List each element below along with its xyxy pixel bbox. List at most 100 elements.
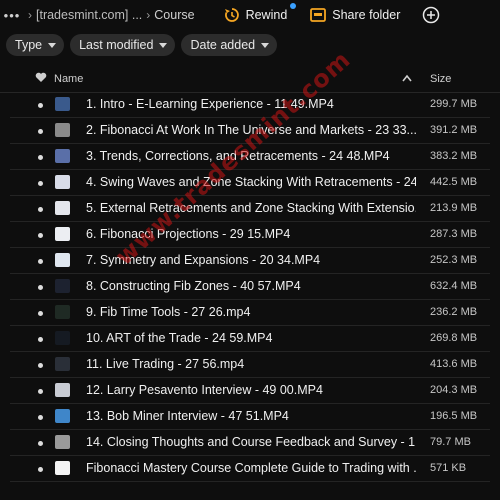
file-name[interactable]: 14. Closing Thoughts and Course Feedback…: [86, 435, 416, 449]
file-row[interactable]: 6. Fibonacci Projections - 29 15.MP4 287.…: [0, 222, 500, 248]
row-bullet: [38, 181, 43, 186]
file-row[interactable]: 14. Closing Thoughts and Course Feedback…: [0, 430, 500, 456]
row-bullet: [38, 285, 43, 290]
file-name[interactable]: 12. Larry Pesavento Interview - 49 00.MP…: [86, 383, 416, 397]
file-size: 236.2 MB: [430, 306, 478, 318]
share-folder-label: Share folder: [332, 8, 401, 22]
file-size: 383.2 MB: [430, 150, 478, 162]
row-bullet: [38, 207, 43, 212]
breadcrumb-parent[interactable]: [tradesmint.com] ...: [36, 8, 142, 22]
chevron-down-icon: [261, 42, 270, 48]
file-size: 413.6 MB: [430, 358, 478, 370]
file-name[interactable]: 7. Symmetry and Expansions - 20 34.MP4: [86, 253, 416, 267]
row-bullet: [38, 415, 43, 420]
rewind-label: Rewind: [245, 8, 288, 22]
file-row[interactable]: 9. Fib Time Tools - 27 26.mp4 236.2 MB: [0, 300, 500, 326]
row-bullet: [38, 467, 43, 472]
file-name[interactable]: 11. Live Trading - 27 56.mp4: [86, 357, 416, 371]
chevron-right-icon: ›: [146, 8, 151, 22]
row-bullet: [38, 389, 43, 394]
column-size-header[interactable]: Size: [430, 73, 451, 85]
file-name[interactable]: 5. External Retracements and Zone Stacki…: [86, 201, 416, 215]
share-folder-icon: [310, 8, 327, 22]
file-size: 287.3 MB: [430, 228, 478, 240]
file-thumbnail-icon: [55, 383, 70, 397]
filter-last-modified[interactable]: Last modified: [70, 34, 176, 56]
file-size: 252.3 MB: [430, 254, 478, 266]
create-button[interactable]: [422, 6, 440, 24]
row-bullet: [38, 155, 43, 160]
file-name[interactable]: 13. Bob Miner Interview - 47 51.MP4: [86, 409, 416, 423]
file-thumbnail-icon: [55, 435, 70, 449]
file-name[interactable]: 6. Fibonacci Projections - 29 15.MP4: [86, 227, 416, 241]
plus-circle-icon: [423, 6, 440, 24]
file-thumbnail-icon: [55, 331, 70, 345]
file-name[interactable]: 9. Fib Time Tools - 27 26.mp4: [86, 305, 416, 319]
filter-date-added[interactable]: Date added: [181, 34, 278, 56]
file-size: 299.7 MB: [430, 98, 478, 110]
file-name[interactable]: 8. Constructing Fib Zones - 40 57.MP4: [86, 279, 416, 293]
filter-type-label: Type: [15, 38, 43, 52]
file-thumbnail-icon: [55, 201, 70, 215]
file-row[interactable]: 5. External Retracements and Zone Stacki…: [0, 196, 500, 222]
file-size: 79.7 MB: [430, 436, 471, 448]
file-row[interactable]: 11. Live Trading - 27 56.mp4 413.6 MB: [0, 352, 500, 378]
heart-icon[interactable]: [35, 72, 47, 83]
share-folder-button[interactable]: Share folder: [310, 8, 400, 22]
rewind-icon: [224, 8, 239, 22]
file-thumbnail-icon: [55, 461, 70, 475]
file-thumbnail-icon: [55, 149, 70, 163]
row-bullet: [38, 233, 43, 238]
file-name[interactable]: 4. Swing Waves and Zone Stacking With Re…: [86, 175, 416, 189]
file-size: 269.8 MB: [430, 332, 478, 344]
column-name-header[interactable]: Name: [54, 73, 83, 85]
file-row[interactable]: 1. Intro - E-Learning Experience - 11 49…: [0, 92, 500, 118]
file-thumbnail-icon: [55, 357, 70, 371]
file-thumbnail-icon: [55, 175, 70, 189]
file-row[interactable]: 8. Constructing Fib Zones - 40 57.MP4 632…: [0, 274, 500, 300]
file-row[interactable]: 3. Trends, Corrections, and Retracements…: [0, 144, 500, 170]
file-size: 204.3 MB: [430, 384, 478, 396]
file-row[interactable]: 10. ART of the Trade - 24 59.MP4 269.8 MB: [0, 326, 500, 352]
file-row[interactable]: Fibonacci Mastery Course Complete Guide …: [0, 456, 500, 482]
row-bullet: [38, 129, 43, 134]
rewind-button[interactable]: Rewind: [224, 3, 296, 23]
file-row[interactable]: 13. Bob Miner Interview - 47 51.MP4 196.5…: [0, 404, 500, 430]
file-row[interactable]: 4. Swing Waves and Zone Stacking With Re…: [0, 170, 500, 196]
file-size: 391.2 MB: [430, 124, 478, 136]
file-thumbnail-icon: [55, 409, 70, 423]
file-thumbnail-icon: [55, 279, 70, 293]
file-thumbnail-icon: [55, 123, 70, 137]
row-bullet: [38, 337, 43, 342]
file-name[interactable]: 3. Trends, Corrections, and Retracements…: [86, 149, 416, 163]
breadcrumb-current[interactable]: Course: [154, 8, 194, 22]
file-name[interactable]: 1. Intro - E-Learning Experience - 11 49…: [86, 97, 416, 111]
filter-bar: Type Last modified Date added: [6, 34, 278, 56]
file-name[interactable]: Fibonacci Mastery Course Complete Guide …: [86, 461, 416, 475]
file-name[interactable]: 2. Fibonacci At Work In The Universe and…: [86, 123, 416, 137]
row-bullet: [38, 103, 43, 108]
file-size: 632.4 MB: [430, 280, 478, 292]
filter-date-added-label: Date added: [190, 38, 256, 52]
chevron-down-icon: [159, 42, 168, 48]
file-row[interactable]: 7. Symmetry and Expansions - 20 34.MP4 25…: [0, 248, 500, 274]
file-thumbnail-icon: [55, 305, 70, 319]
file-size: 196.5 MB: [430, 410, 478, 422]
chevron-right-icon: ›: [28, 8, 32, 22]
more-icon[interactable]: •••: [0, 8, 24, 23]
toolbar: ••• › [tradesmint.com] ... › Course Rewi…: [0, 0, 500, 30]
file-list-header: Name Size: [0, 66, 500, 93]
chevron-down-icon: [48, 42, 57, 48]
file-name[interactable]: 10. ART of the Trade - 24 59.MP4: [86, 331, 416, 345]
row-bullet: [38, 311, 43, 316]
filter-type[interactable]: Type: [6, 34, 65, 56]
file-size: 571 KB: [430, 462, 467, 474]
file-thumbnail-icon: [55, 227, 70, 241]
row-bullet: [38, 259, 43, 264]
file-size: 442.5 MB: [430, 176, 478, 188]
file-row[interactable]: 2. Fibonacci At Work In The Universe and…: [0, 118, 500, 144]
notification-dot: [289, 3, 296, 9]
sort-ascending-icon[interactable]: [402, 74, 412, 82]
file-row[interactable]: 12. Larry Pesavento Interview - 49 00.MP…: [0, 378, 500, 404]
file-size: 213.9 MB: [430, 202, 478, 214]
